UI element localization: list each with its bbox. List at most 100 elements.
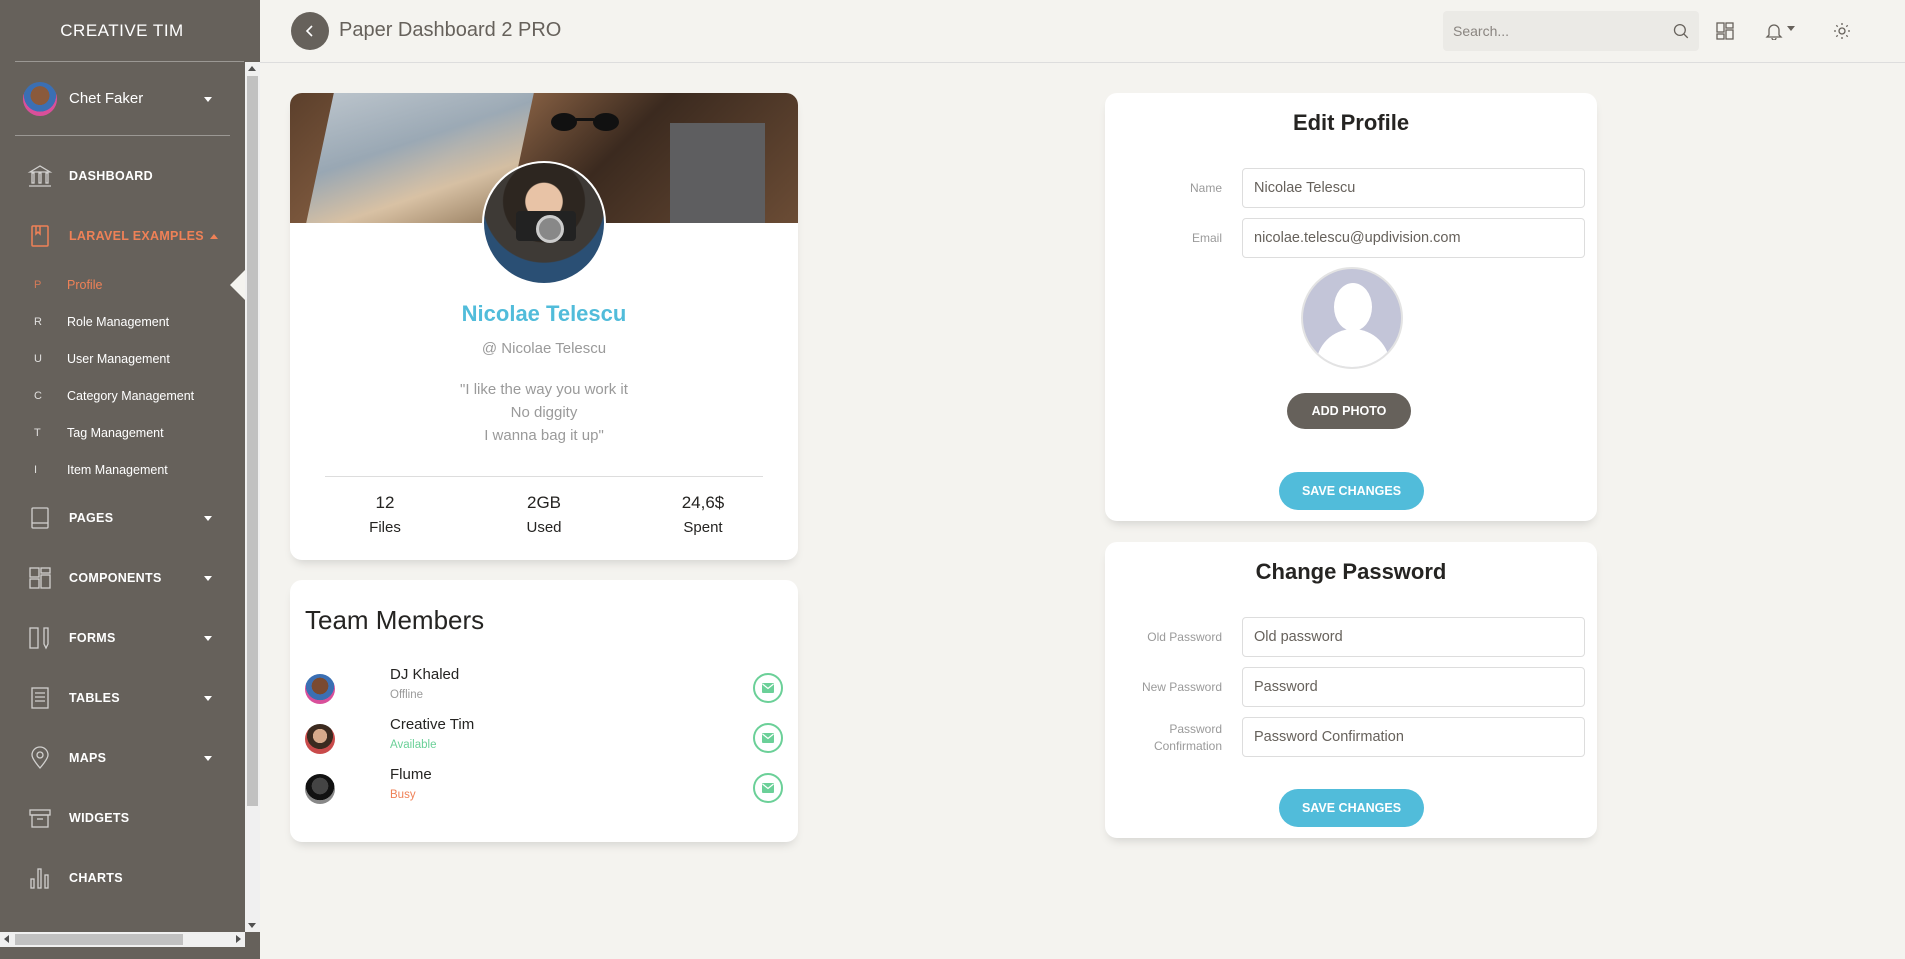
edit-profile-title: Edit Profile: [1292, 110, 1410, 135]
stat-value: 24,6$: [681, 493, 725, 512]
paper-icon: [26, 684, 54, 712]
layout-icon: [26, 564, 54, 592]
sidebar-subitem-label: Category Management: [67, 388, 195, 403]
sidebar-item-widgets[interactable]: WIDGETS: [0, 788, 260, 848]
sidebar-subitem-user-management[interactable]: U User Management: [0, 340, 260, 377]
sidebar-item-components[interactable]: COMPONENTS: [0, 548, 260, 608]
profile-handle: @ Nicolae Telescu: [481, 340, 607, 357]
user-avatar: [23, 81, 57, 116]
sidebar-subitem-tag-management[interactable]: T Tag Management: [0, 414, 260, 451]
email-row: Email: [1105, 218, 1597, 258]
sidebar-item-label: WIDGETS: [69, 811, 130, 825]
add-photo-button[interactable]: ADD PHOTO: [1287, 393, 1411, 429]
sidebar-item-label: TABLES: [69, 691, 120, 705]
member-status: Busy: [390, 789, 416, 801]
member-status: Offline: [390, 689, 424, 701]
sidebar-item-dashboard[interactable]: DASHBOARD: [0, 146, 260, 206]
cover-book-graphic: [670, 123, 765, 223]
sidebar-subitem-profile[interactable]: P Profile: [0, 266, 260, 303]
name-label: Name: [1189, 181, 1222, 195]
sidebar-subitem-mini: T: [34, 426, 41, 439]
sidebar-subitem-mini: R: [34, 315, 42, 328]
new-password-field[interactable]: [1242, 667, 1585, 707]
pin-icon: [26, 744, 54, 772]
sidebar-item-forms[interactable]: FORMS: [0, 608, 260, 668]
sidebar-subitem-label: Role Management: [67, 314, 170, 329]
name-row: Name: [1105, 168, 1597, 208]
sidebar-item-maps[interactable]: MAPS: [0, 728, 260, 788]
sidebar-horizontal-scrollbar[interactable]: [0, 932, 245, 947]
sidebar-subitem-label: Tag Management: [67, 425, 164, 440]
chevron-down-icon: [1787, 25, 1795, 31]
old-password-row: Old Password: [1105, 617, 1597, 657]
sidebar-subitem-mini: U: [34, 352, 42, 365]
navbar-brand[interactable]: Paper Dashboard 2 PRO: [339, 19, 561, 42]
email-label: Email: [1191, 231, 1222, 245]
chevron-down-icon: [204, 97, 212, 102]
new-password-row: New Password: [1105, 667, 1597, 707]
sidebar-vertical-scrollbar[interactable]: [245, 62, 260, 932]
box-icon: [26, 804, 54, 832]
member-name: Flume: [390, 766, 432, 783]
scroll-up-icon[interactable]: [248, 66, 256, 71]
book-icon: [26, 222, 54, 250]
sidebar-item-charts[interactable]: CHARTS: [0, 848, 260, 908]
message-button[interactable]: [753, 773, 783, 803]
bell-icon: [1765, 24, 1783, 40]
photo-placeholder: [1301, 267, 1403, 369]
sunglasses-graphic: [551, 113, 619, 131]
confirm-password-field[interactable]: [1242, 717, 1585, 757]
sidebar-user[interactable]: Chet Faker: [15, 62, 230, 136]
sidebar-subitem-item-management[interactable]: I Item Management: [0, 451, 260, 488]
save-profile-button[interactable]: SAVE CHANGES: [1279, 472, 1424, 510]
notifications-button[interactable]: [1765, 21, 1795, 41]
email-field[interactable]: [1242, 218, 1585, 258]
avatar: [305, 674, 335, 704]
sidebar-subitem-role-management[interactable]: R Role Management: [0, 303, 260, 340]
search-icon[interactable]: [1673, 23, 1689, 39]
search-input[interactable]: [1453, 23, 1660, 39]
confirm-password-row: Password Confirmation: [1105, 717, 1597, 757]
message-button[interactable]: [753, 673, 783, 703]
name-field[interactable]: [1242, 168, 1585, 208]
gear-icon[interactable]: [1832, 21, 1852, 41]
sidebar-item-label: LARAVEL EXAMPLES: [69, 229, 204, 243]
quote-line: I wanna bag it up": [484, 427, 604, 444]
profile-stats: 12 Files 2GB Used 24,6$ Spent: [325, 493, 763, 536]
layout-icon[interactable]: [1715, 21, 1735, 41]
scrollbar-thumb[interactable]: [15, 934, 183, 945]
profile-name[interactable]: Nicolae Telescu: [290, 301, 798, 327]
scroll-down-icon[interactable]: [248, 923, 256, 928]
scroll-left-icon[interactable]: [4, 935, 9, 943]
chevron-left-icon: [305, 25, 313, 37]
sidebar-item-label: FORMS: [69, 631, 116, 645]
sidebar-toggle-button[interactable]: [291, 12, 329, 50]
profile-avatar: [482, 161, 606, 285]
ruler-pencil-icon: [26, 624, 54, 652]
sidebar-item-label: CHARTS: [69, 871, 123, 885]
message-button[interactable]: [753, 723, 783, 753]
sidebar-nav: DASHBOARD LARAVEL EXAMPLES P Profile R R…: [0, 146, 260, 908]
scroll-right-icon[interactable]: [236, 935, 241, 943]
sidebar-subitem-mini: P: [34, 278, 42, 291]
chart-bar-icon: [26, 864, 54, 892]
stat-files: 12 Files: [325, 493, 445, 536]
avatar: [305, 724, 335, 754]
stat-spent: 24,6$ Spent: [643, 493, 763, 536]
sidebar-subitem-label: Item Management: [67, 462, 168, 477]
sidebar: CREATIVE TIM Chet Faker DASHBOARD LARAVE…: [0, 0, 260, 959]
save-password-button[interactable]: SAVE CHANGES: [1279, 789, 1424, 827]
sidebar-subitem-mini: I: [34, 463, 38, 476]
sidebar-logo[interactable]: CREATIVE TIM: [15, 0, 244, 62]
old-password-field[interactable]: [1242, 617, 1585, 657]
search-box: [1443, 11, 1699, 51]
scrollbar-thumb[interactable]: [247, 76, 258, 806]
stat-label: Files: [369, 519, 401, 536]
sidebar-item-laravel-examples[interactable]: LARAVEL EXAMPLES: [0, 206, 260, 266]
envelope-icon: [762, 683, 774, 693]
sidebar-item-pages[interactable]: PAGES: [0, 488, 260, 548]
sidebar-item-tables[interactable]: TABLES: [0, 668, 260, 728]
stat-label: Used: [526, 519, 562, 536]
chevron-down-icon: [204, 636, 212, 641]
sidebar-subitem-category-management[interactable]: C Category Management: [0, 377, 260, 414]
